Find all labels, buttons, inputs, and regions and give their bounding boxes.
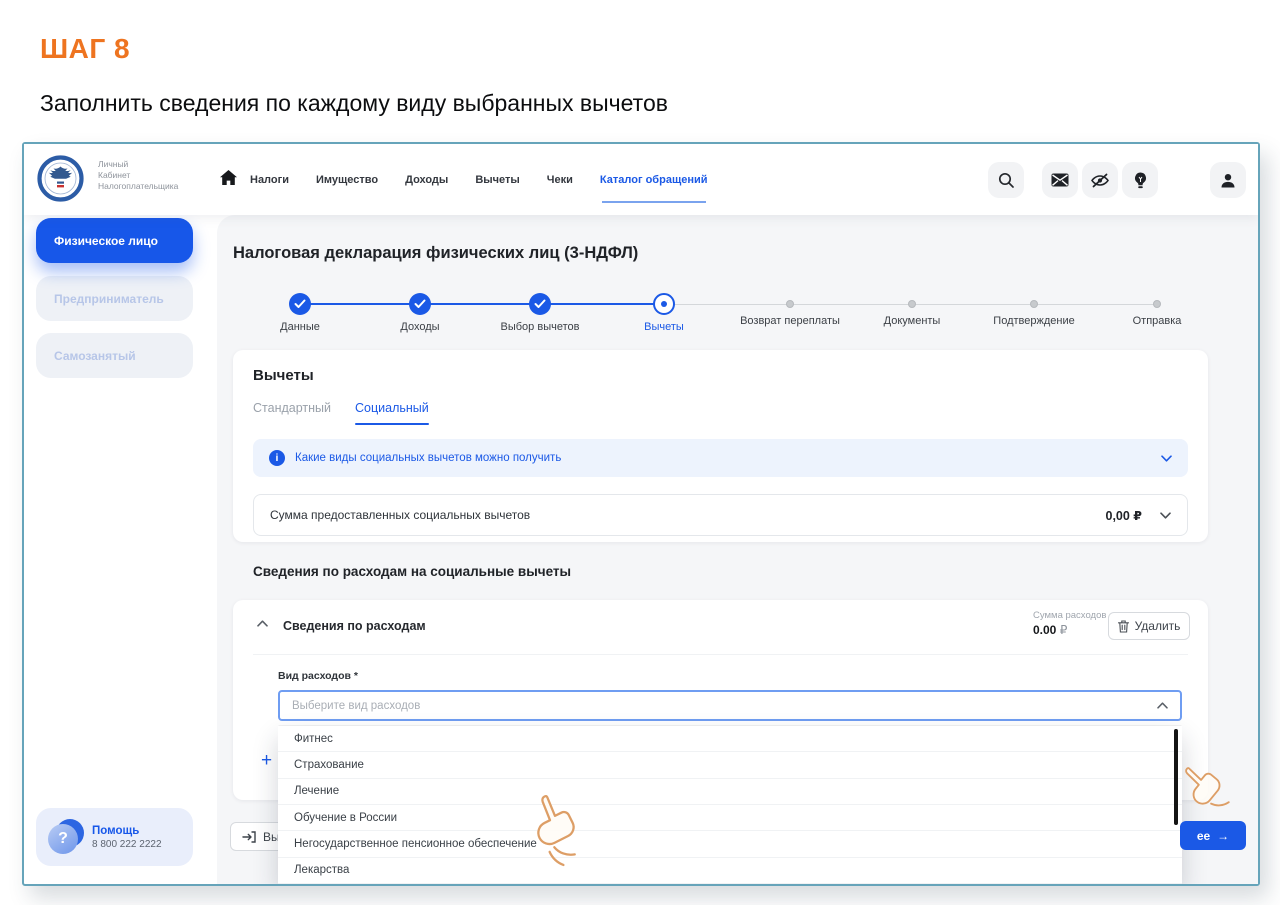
expenses-sum-caption: Сумма расходов bbox=[1033, 610, 1106, 621]
exit-icon bbox=[242, 831, 256, 843]
app-window: Личный Кабинет Налогоплательщика Налоги … bbox=[22, 142, 1260, 886]
option-strakhovanie[interactable]: Страхование bbox=[278, 752, 1182, 778]
nav-item-nalogi[interactable]: Налоги bbox=[250, 174, 289, 186]
expenses-sum-amount: 0.00 bbox=[1033, 623, 1056, 637]
chevron-down-icon[interactable] bbox=[1160, 512, 1171, 519]
expenses-sum-block: Сумма расходов 0.00 ₽ bbox=[1033, 610, 1106, 637]
nav-item-dokhody[interactable]: Доходы bbox=[405, 174, 448, 186]
option-fitnes[interactable]: Фитнес bbox=[278, 726, 1182, 752]
chevron-up-icon[interactable] bbox=[1157, 702, 1168, 709]
expense-type-dropdown: Фитнес Страхование Лечение Обучение в Ро… bbox=[278, 726, 1182, 884]
step-heading: ШАГ 8 bbox=[40, 33, 130, 65]
option-obuchenie-v-rossii[interactable]: Обучение в России bbox=[278, 805, 1182, 831]
question-icon: ? bbox=[48, 819, 84, 855]
search-icon bbox=[998, 172, 1015, 189]
help-title: Помощь bbox=[92, 825, 162, 837]
check-icon bbox=[534, 299, 546, 309]
expenses-panel-header: Сведения по расходам Сумма расходов 0.00… bbox=[233, 600, 1208, 652]
expense-type-select[interactable] bbox=[278, 690, 1182, 721]
user-icon bbox=[1220, 173, 1236, 188]
profile-button[interactable] bbox=[1210, 162, 1246, 198]
option-lechenie[interactable]: Лечение bbox=[278, 779, 1182, 805]
fns-logo-icon bbox=[37, 155, 84, 202]
declaration-title: Налоговая декларация физических лиц (3-Н… bbox=[233, 244, 638, 263]
mail-icon bbox=[1051, 173, 1069, 187]
deduction-tabs: Стандартный Социальный bbox=[253, 401, 429, 425]
tab-sotsialnyi[interactable]: Социальный bbox=[355, 401, 429, 425]
expenses-section-title: Сведения по расходам на социальные вычет… bbox=[253, 564, 571, 579]
dropdown-scrollbar[interactable] bbox=[1174, 729, 1179, 825]
step-otpravka: Отправка bbox=[1082, 293, 1232, 327]
app-header: Личный Кабинет Налогоплательщика Налоги … bbox=[24, 144, 1258, 215]
option-npo[interactable]: Негосударственное пенсионное обеспечение bbox=[278, 831, 1182, 857]
hide-data-button[interactable] bbox=[1082, 162, 1118, 198]
check-icon bbox=[294, 299, 306, 309]
provided-sum-label: Сумма предоставленных социальных вычетов bbox=[270, 508, 1106, 522]
panel-divider bbox=[253, 654, 1188, 655]
deductions-card-title: Вычеты bbox=[253, 367, 314, 384]
home-icon[interactable] bbox=[220, 170, 237, 185]
logo-caption: Личный Кабинет Налогоплательщика bbox=[98, 159, 178, 192]
arrow-right-icon: → bbox=[1217, 829, 1229, 843]
messages-button[interactable] bbox=[1042, 162, 1078, 198]
nav-item-katalog-obrashcheniy[interactable]: Каталог обращений bbox=[600, 174, 708, 186]
step-description: Заполнить сведения по каждому виду выбра… bbox=[40, 90, 668, 117]
option-lekarstva[interactable]: Лекарства bbox=[278, 858, 1182, 884]
trash-icon bbox=[1118, 620, 1129, 633]
add-expense-button-partial[interactable]: + bbox=[261, 750, 272, 772]
nav-item-imushchestvo[interactable]: Имущество bbox=[316, 174, 378, 186]
info-icon: i bbox=[269, 450, 285, 466]
expense-type-input[interactable] bbox=[292, 700, 1157, 712]
chevron-up-icon[interactable] bbox=[257, 620, 268, 627]
nav-item-cheki[interactable]: Чеки bbox=[547, 174, 573, 186]
search-button[interactable] bbox=[988, 162, 1024, 198]
delete-button[interactable]: Удалить bbox=[1108, 612, 1190, 640]
help-card[interactable]: ? Помощь 8 800 222 2222 bbox=[36, 808, 193, 866]
sidebar-item-predprinimatel[interactable]: Предприниматель bbox=[36, 276, 193, 321]
deductions-card: Вычеты Стандартный Социальный i Какие ви… bbox=[233, 350, 1208, 542]
provided-sum-row[interactable]: Сумма предоставленных социальных вычетов… bbox=[253, 494, 1188, 536]
tab-standartnyi[interactable]: Стандартный bbox=[253, 401, 331, 425]
help-phone: 8 800 222 2222 bbox=[92, 839, 162, 850]
chevron-down-icon[interactable] bbox=[1161, 455, 1172, 462]
current-step-dot bbox=[661, 301, 667, 307]
expense-type-label: Вид расходов * bbox=[278, 670, 358, 682]
tips-button[interactable] bbox=[1122, 162, 1158, 198]
eye-off-icon bbox=[1091, 173, 1109, 188]
main-navigation: Налоги Имущество Доходы Вычеты Чеки Ката… bbox=[250, 144, 708, 215]
info-banner[interactable]: i Какие виды социальных вычетов можно по… bbox=[253, 439, 1188, 477]
expenses-panel-title: Сведения по расходам bbox=[283, 619, 426, 633]
next-button[interactable]: ее → bbox=[1180, 821, 1246, 850]
sidebar-item-samozanyatyi[interactable]: Самозанятый bbox=[36, 333, 193, 378]
nav-item-vychety[interactable]: Вычеты bbox=[475, 174, 519, 186]
provided-sum-value: 0,00 ₽ bbox=[1106, 508, 1143, 523]
sidebar-item-fizicheskoe-lico[interactable]: Физическое лицо bbox=[36, 218, 193, 263]
info-banner-text: Какие виды социальных вычетов можно полу… bbox=[295, 452, 1161, 464]
lightbulb-icon bbox=[1133, 172, 1148, 189]
check-icon bbox=[414, 299, 426, 309]
expenses-sum-currency: ₽ bbox=[1060, 623, 1068, 637]
